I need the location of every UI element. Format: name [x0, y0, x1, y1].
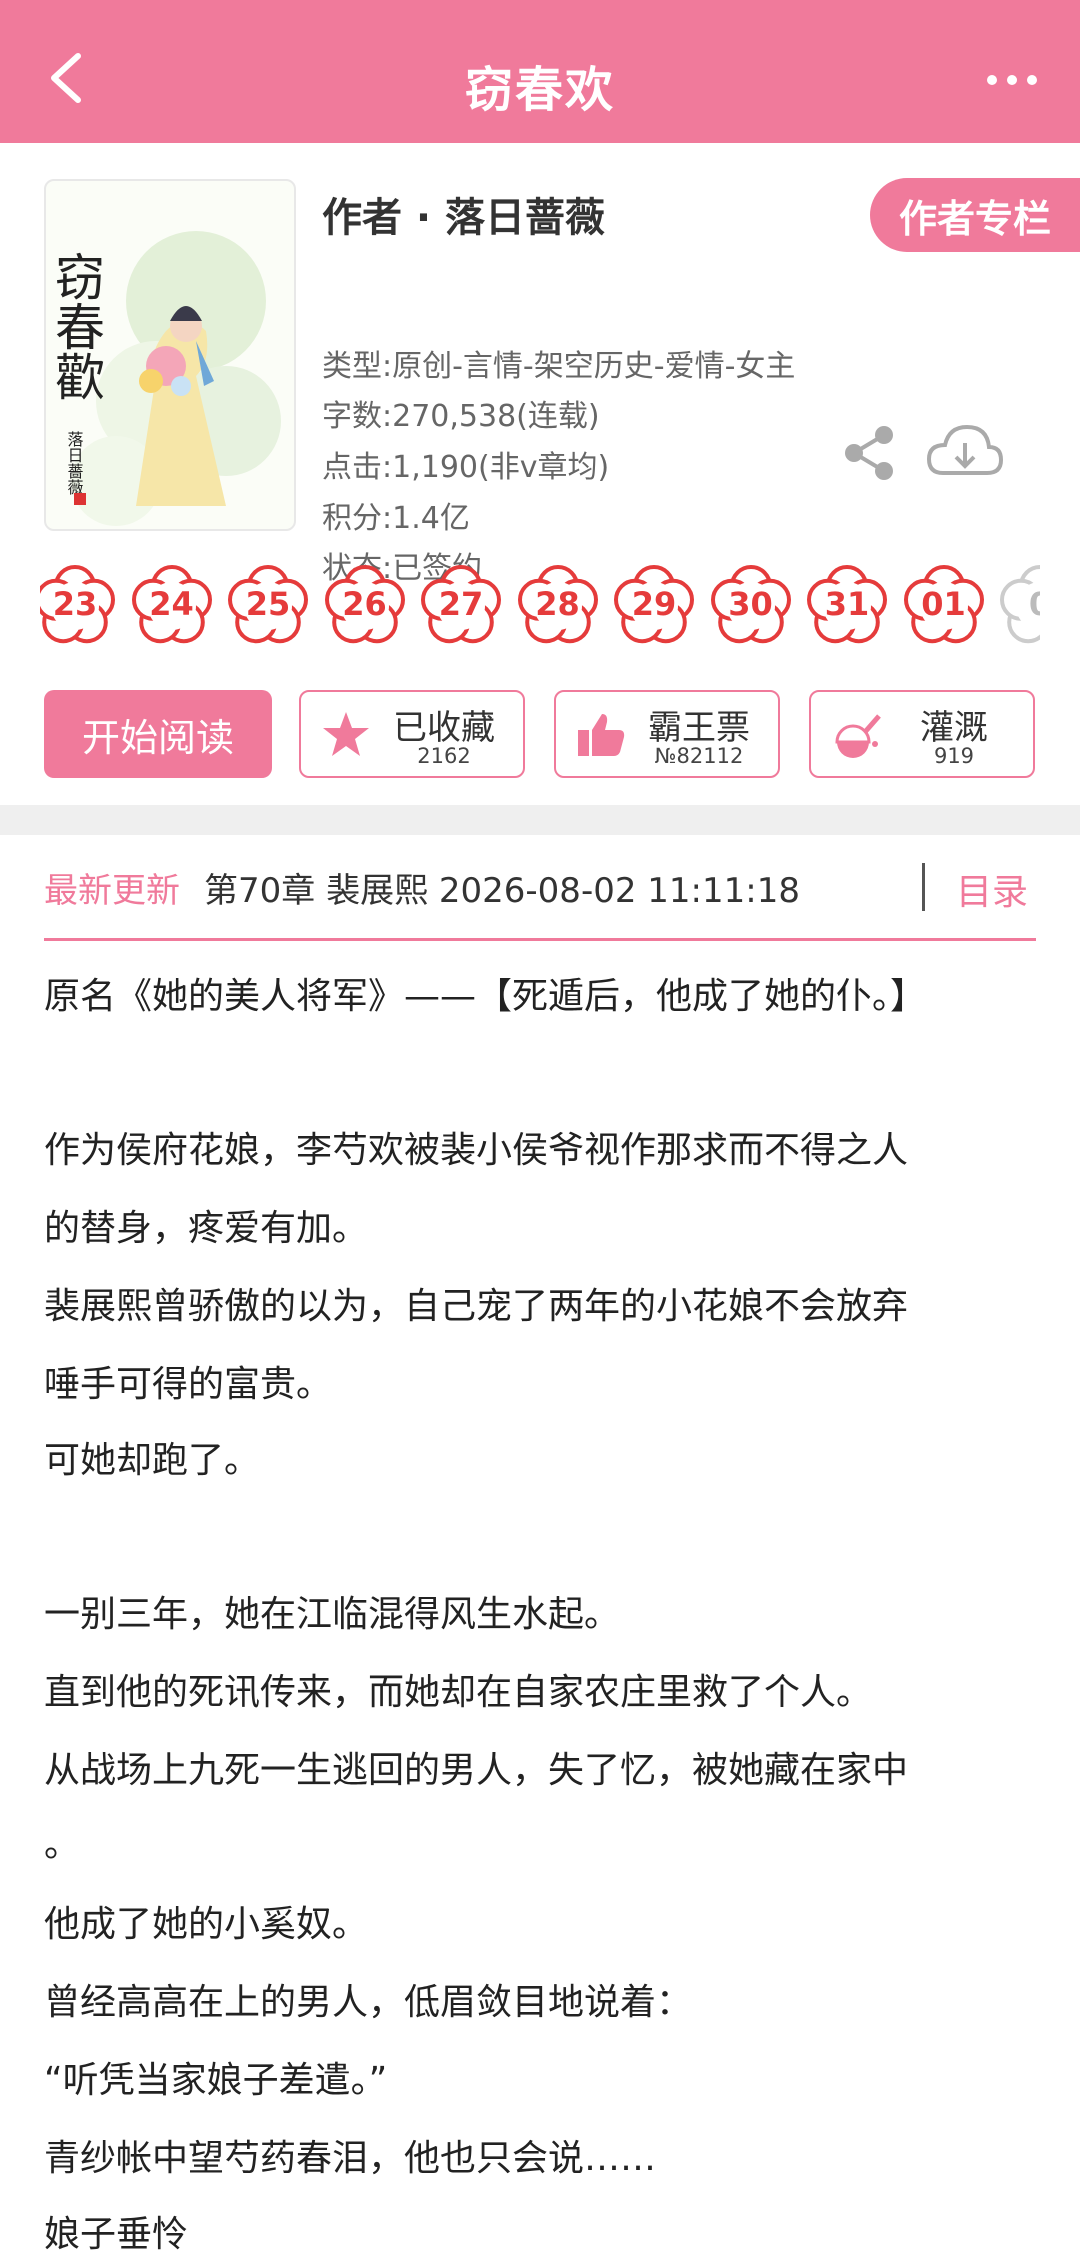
synopsis-line: 作为侯府花娘，李芍欢被裴小侯爷视作那求而不得之人: [44, 1130, 909, 1171]
ticket-label: 霸王票: [648, 708, 750, 748]
collect-label: 已收藏: [393, 708, 495, 748]
flower-number: 31: [824, 585, 870, 623]
cover-title-text: 窃春歡: [47, 251, 105, 401]
synopsis-line: 从战场上九死一生逃回的男人，失了忆，被她藏在家中: [44, 1750, 909, 1791]
book-info-card: 窃春歡 落日薔薇 作者 · 落日蔷薇 作者专栏 类型:原创-言情-架空历史-爱情…: [0, 143, 1080, 805]
ticket-button[interactable]: 霸王票 №82112: [554, 690, 780, 778]
flower-badge[interactable]: 23: [40, 563, 118, 649]
top-bar: 窃春欢: [0, 0, 1080, 143]
flower-badge[interactable]: 26: [322, 563, 408, 649]
flower-badge[interactable]: 24: [129, 563, 215, 649]
flower-badge[interactable]: 01: [901, 563, 987, 649]
flower-number: 23: [52, 585, 98, 623]
meta-genre: 类型:原创-言情-架空历史-爱情-女主: [322, 349, 796, 384]
book-cover[interactable]: 窃春歡 落日薔薇: [44, 179, 296, 531]
water-label: 灌溉: [920, 708, 988, 748]
synopsis-line: 裴展熙曾骄傲的以为，自己宠了两年的小花娘不会放弃: [44, 1286, 909, 1327]
latest-update-row[interactable]: 最新更新 第70章 裴展熙 2026-08-02 11:11:18 目录: [0, 835, 1080, 940]
synopsis-line: 曾经高高在上的男人，低眉敛目地说着：: [44, 1982, 693, 2023]
synopsis-line: 唾手可得的富贵。: [44, 1364, 333, 1405]
flower-number: 25: [245, 585, 291, 623]
flower-badge[interactable]: 31: [804, 563, 890, 649]
author-name[interactable]: 作者 · 落日蔷薇: [322, 185, 605, 243]
flower-badge[interactable]: 29: [611, 563, 697, 649]
synopsis-line: 的替身，疼爱有加。: [44, 1208, 369, 1249]
flower-badge[interactable]: 28: [515, 563, 601, 649]
synopsis-line: 一别三年，她在江临混得风生水起。: [44, 1594, 621, 1635]
cover-illustration: 窃春歡 落日薔薇: [47, 231, 281, 526]
flask-icon: [835, 714, 881, 758]
collect-count: 2162: [417, 744, 471, 768]
collect-button[interactable]: 已收藏 2162: [299, 690, 525, 778]
synopsis-line: “听凭当家娘子差遣。”: [44, 2060, 388, 2101]
synopsis-line: 可她却跑了。: [44, 1440, 261, 1481]
synopsis-line: 。: [44, 1824, 81, 1865]
pink-divider: [44, 938, 1036, 941]
meta-word-count: 字数:270,538(连载): [322, 399, 600, 434]
synopsis-line: 娘子垂怜: [44, 2214, 189, 2255]
flower-badge[interactable]: 27: [418, 563, 504, 649]
flower-badge[interactable]: 0: [997, 563, 1040, 649]
synopsis-line: 青纱帐中望芍药春泪，他也只会说……: [44, 2138, 657, 2179]
water-count: 919: [933, 744, 975, 768]
latest-chapter-text[interactable]: 第70章 裴展熙 2026-08-02 11:11:18: [204, 863, 800, 912]
thumbs-up-icon: [578, 714, 625, 756]
flower-badge[interactable]: 25: [225, 563, 311, 649]
synopsis-line: 直到他的死讯传来，而她却在自家农庄里救了个人。: [44, 1672, 873, 1713]
flower-number: 0: [1028, 585, 1040, 623]
cover-author-text: 落日薔薇: [65, 431, 84, 495]
toc-link[interactable]: 目录: [956, 863, 1028, 915]
ticket-count: №82112: [654, 744, 744, 768]
section-divider: [0, 805, 1080, 835]
water-button[interactable]: 灌溉 919: [809, 690, 1035, 778]
synopsis-line: 他成了她的小奚奴。: [44, 1904, 369, 1945]
share-icon[interactable]: [840, 423, 900, 483]
star-icon: [323, 712, 369, 756]
flower-badge[interactable]: 30: [708, 563, 794, 649]
flower-number: 27: [438, 585, 484, 623]
flower-number: 01: [921, 585, 966, 623]
meta-score: 积分:1.4亿: [322, 501, 470, 536]
flower-number: 26: [342, 585, 387, 623]
synopsis-line: 原名《她的美人将军》——【死遁后，他成了她的仆。】: [44, 976, 927, 1017]
vertical-separator: [922, 863, 925, 911]
flower-calendar-row: 23 24 25 26 27 28 29 30 31 01 0: [40, 563, 1040, 653]
flower-number: 29: [631, 585, 677, 623]
start-reading-button[interactable]: 开始阅读: [44, 690, 272, 778]
cloud-download-icon[interactable]: [925, 421, 1005, 485]
latest-update-label: 最新更新: [44, 871, 180, 911]
meta-clicks: 点击:1,190(非v章均): [322, 450, 610, 485]
flower-number: 24: [149, 585, 194, 623]
more-dots-icon[interactable]: [982, 60, 1042, 100]
page-title: 窃春欢: [464, 62, 615, 118]
author-column-button[interactable]: 作者专栏: [870, 178, 1080, 252]
flower-number: 30: [728, 585, 773, 623]
flower-number: 28: [535, 585, 580, 623]
